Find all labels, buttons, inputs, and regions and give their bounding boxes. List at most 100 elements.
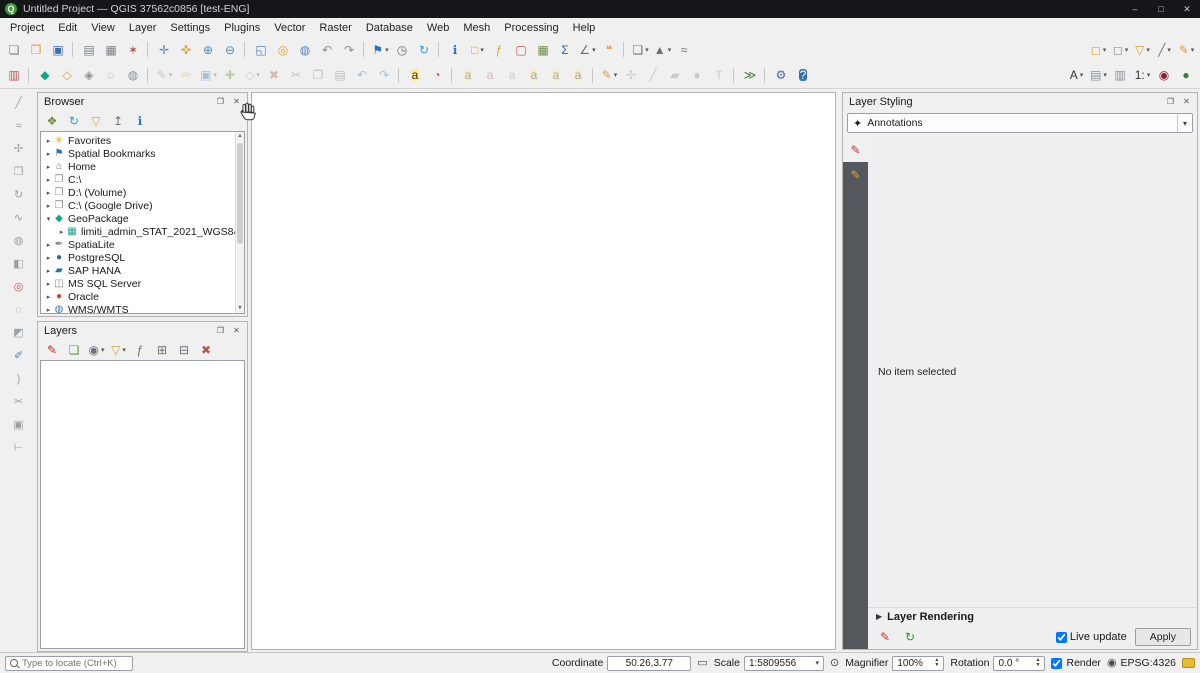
save-project-button[interactable]: ▣ <box>48 40 68 60</box>
rotate-feature-button[interactable]: ↻ <box>10 188 28 203</box>
digitize-with-segment-button[interactable]: ╱ <box>10 96 28 111</box>
expand-arrow-icon[interactable]: ▸ <box>44 306 53 314</box>
change-label-button[interactable]: a <box>568 65 588 85</box>
menu-view[interactable]: View <box>84 20 122 36</box>
magnifier-spinbox[interactable]: 100% ▲ ▼ <box>892 656 944 671</box>
menu-project[interactable]: Project <box>3 20 51 36</box>
show-hidden-labels-button[interactable]: a <box>502 65 522 85</box>
paste-features-button[interactable]: ▤ <box>330 65 350 85</box>
layer-labeling-button[interactable]: a <box>405 65 425 85</box>
tree-item-postgresql[interactable]: ▸ ● PostgreSQL <box>41 251 244 264</box>
collapse-all-layers-button[interactable]: ⊟ <box>175 341 193 359</box>
processing-toolbox-button[interactable]: ⚙ <box>771 65 791 85</box>
deselect-menu-button[interactable]: ◻ <box>1110 40 1130 60</box>
new-virtual-layer-button[interactable]: ◍ <box>123 65 143 85</box>
expand-arrow-icon[interactable]: ▸ <box>44 241 53 249</box>
menu-mesh[interactable]: Mesh <box>456 20 497 36</box>
offset-curve-button[interactable]: ) <box>10 372 28 387</box>
menu-settings[interactable]: Settings <box>163 20 217 36</box>
zoom-to-selection-button[interactable]: ◎ <box>273 40 293 60</box>
browser-scrollbar[interactable]: ▲ ▼ <box>235 132 244 313</box>
scroll-down-icon[interactable]: ▼ <box>236 304 244 313</box>
close-button[interactable]: ✕ <box>1174 0 1200 18</box>
add-selected-layers-button[interactable]: ❖ <box>43 112 61 130</box>
select-by-expression-button[interactable]: ƒ <box>489 40 509 60</box>
expand-all-button[interactable]: ⊞ <box>153 341 171 359</box>
coordinate-field[interactable]: 50.26,3.77 <box>607 656 691 671</box>
locator-input[interactable] <box>22 658 129 669</box>
pan-map-button[interactable]: ✛ <box>154 40 174 60</box>
rotation-spin-down-icon[interactable]: ▼ <box>1036 663 1041 668</box>
help-button[interactable]: ? <box>793 65 813 85</box>
new-project-button[interactable]: ❏ <box>4 40 24 60</box>
add-ring-button[interactable]: ◍ <box>10 234 28 249</box>
form-annotation-button[interactable]: ▥ <box>1110 65 1130 85</box>
tree-item-mssql[interactable]: ▸ ◫ MS SQL Server <box>41 277 244 290</box>
map-tips-button[interactable]: ❝ <box>599 40 619 60</box>
rotation-spinbox[interactable]: 0.0 ° ▲ ▼ <box>993 656 1045 671</box>
expand-arrow-icon[interactable]: ▸ <box>44 254 53 262</box>
delete-selected-button[interactable]: ✖ <box>264 65 284 85</box>
style-manager-button[interactable]: ✶ <box>123 40 143 60</box>
split-features-button[interactable]: ✂ <box>10 395 28 410</box>
tree-item-oracle[interactable]: ▸ ● Oracle <box>41 290 244 303</box>
new-annotation-layer-button[interactable]: ✎ <box>599 65 619 85</box>
simplify-feature-button[interactable]: ∿ <box>10 211 28 226</box>
render-checkbox[interactable] <box>1051 658 1062 669</box>
undo-button[interactable]: ↶ <box>352 65 372 85</box>
styling-close-button[interactable]: ✕ <box>1180 95 1193 108</box>
expand-arrow-icon[interactable]: ▸ <box>44 280 53 288</box>
delete-ring-button[interactable]: ◌ <box>10 303 28 318</box>
expand-arrow-icon[interactable]: ▸ <box>44 137 53 145</box>
cut-features-button[interactable]: ✂ <box>286 65 306 85</box>
rotate-label-button[interactable]: a <box>546 65 566 85</box>
menu-edit[interactable]: Edit <box>51 20 84 36</box>
tree-item-geopackage[interactable]: ▾ ◆ GeoPackage <box>41 212 244 225</box>
new-geopackage-layer-button[interactable]: ◆ <box>35 65 55 85</box>
statistical-summary-button[interactable]: Σ <box>555 40 575 60</box>
tree-item-sap-hana[interactable]: ▸ ▰ SAP HANA <box>41 264 244 277</box>
open-layer-styling-button[interactable]: ✎ <box>43 341 61 359</box>
expand-arrow-icon[interactable]: ▸ <box>44 189 53 197</box>
refresh-browser-button[interactable]: ↻ <box>65 112 83 130</box>
tree-item-wms[interactable]: ▸ ◍ WMS/WMTS <box>41 303 244 314</box>
refresh-map-button[interactable]: ↻ <box>414 40 434 60</box>
browser-close-button[interactable]: ✕ <box>230 95 243 108</box>
menu-plugins[interactable]: Plugins <box>217 20 267 36</box>
move-annotation-button[interactable]: ✢ <box>621 65 641 85</box>
extents-icon[interactable]: ▭ <box>697 658 707 669</box>
reshape-features-button[interactable]: ✐ <box>10 349 28 364</box>
chevron-down-icon[interactable]: ▾ <box>815 659 819 667</box>
text-format-button[interactable]: A <box>1066 65 1086 85</box>
layers-list-empty[interactable] <box>40 360 245 649</box>
elevation-profile-button[interactable]: ≈ <box>674 40 694 60</box>
select-rectangle-menu-button[interactable]: ◻ <box>1088 40 1108 60</box>
select-features-button[interactable]: □ <box>467 40 487 60</box>
zoom-out-button[interactable]: ⊖ <box>220 40 240 60</box>
filter-browser-button[interactable]: ▽ <box>87 112 105 130</box>
point-annotation-button[interactable]: ● <box>687 65 707 85</box>
zoom-next-button[interactable]: ↷ <box>339 40 359 60</box>
move-feature-button[interactable]: ✢ <box>10 142 28 157</box>
move-label-button[interactable]: a <box>524 65 544 85</box>
layer-select-combo[interactable]: ✦ Annotations ▾ <box>847 113 1193 133</box>
menu-raster[interactable]: Raster <box>312 20 358 36</box>
crs-status-button[interactable]: EPSG:4326 <box>1121 657 1176 669</box>
maximize-button[interactable]: □ <box>1148 0 1174 18</box>
menu-web[interactable]: Web <box>420 20 456 36</box>
layer-diagram-button[interactable]: ◔ <box>427 65 447 85</box>
tree-item-drive-d[interactable]: ▸ ❐ D:\ (Volume) <box>41 186 244 199</box>
tree-item-google-drive[interactable]: ▸ ❐ C:\ (Google Drive) <box>41 199 244 212</box>
tree-item-drive-c[interactable]: ▸ ❐ C:\ <box>41 173 244 186</box>
new-print-layout-button[interactable]: ▤ <box>79 40 99 60</box>
toggle-editing-button[interactable]: ✏ <box>176 65 196 85</box>
filter-legend-button[interactable]: ▽ <box>109 341 127 359</box>
layer-rendering-toggle[interactable]: ▶ Layer Rendering <box>868 607 1197 625</box>
layers-close-button[interactable]: ✕ <box>230 324 243 337</box>
menu-help[interactable]: Help <box>566 20 603 36</box>
html-annotation-button[interactable]: ▤ <box>1088 65 1108 85</box>
line-annotation-button[interactable]: ╱ <box>643 65 663 85</box>
delete-part-button[interactable]: ◩ <box>10 326 28 341</box>
lock-scale-icon[interactable]: ⊙ <box>830 658 839 669</box>
scrollbar-thumb[interactable] <box>237 143 243 244</box>
